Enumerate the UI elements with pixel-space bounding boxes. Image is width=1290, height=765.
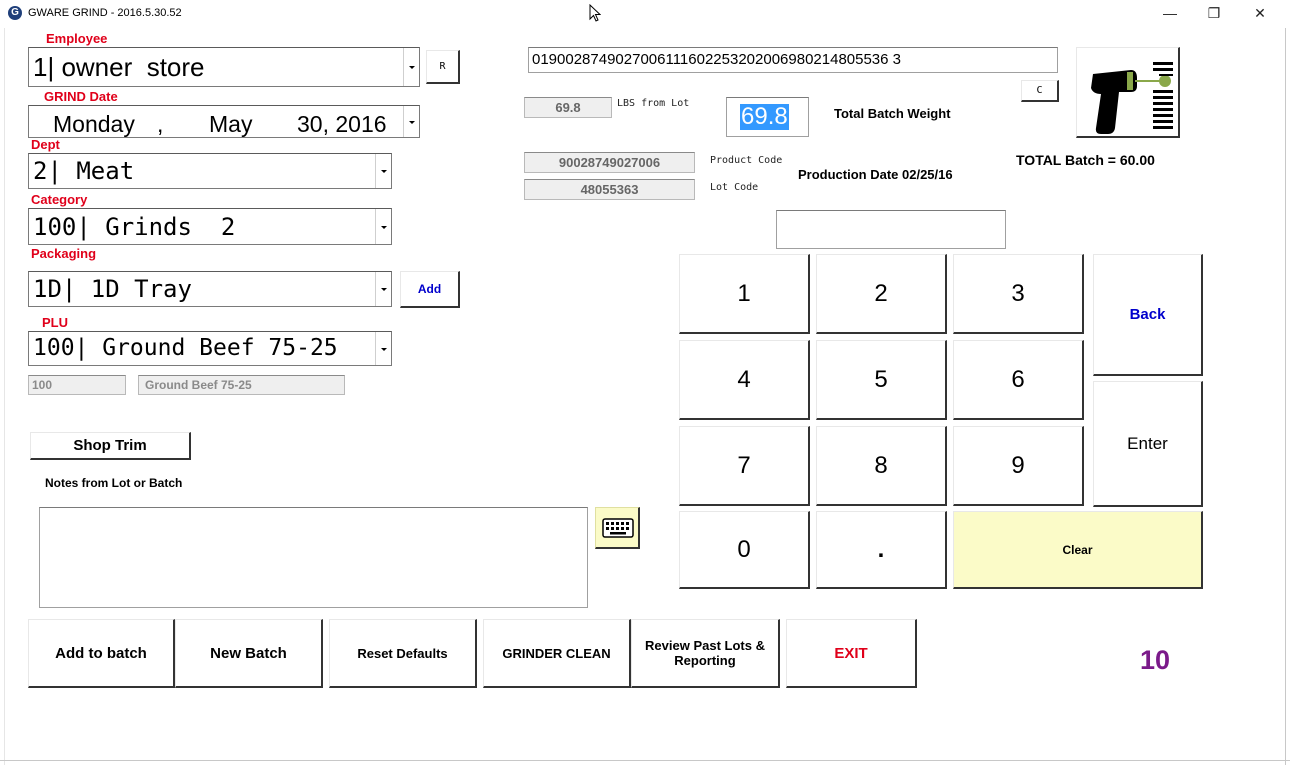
window-title: GWARE GRIND - 2016.5.30.52 [28, 7, 182, 19]
barcode-input[interactable]: 0190028749027006111602253202006980214805… [528, 47, 1058, 73]
category-value: 100| Grinds 2 [33, 213, 236, 241]
review-past-lots-button[interactable]: Review Past Lots & Reporting [631, 619, 780, 688]
total-batch-label: TOTAL Batch = 60.00 [1016, 152, 1155, 168]
exit-button[interactable]: EXIT [786, 619, 917, 688]
chevron-down-icon[interactable] [375, 272, 391, 306]
plu-name-field: Ground Beef 75-25 [138, 375, 345, 395]
employee-label: Employee [46, 31, 108, 46]
plu-value: 100| Ground Beef 75-25 [33, 335, 338, 361]
grind-date-label: GRIND Date [44, 89, 118, 104]
plu-label: PLU [42, 315, 68, 330]
employee-select[interactable]: 1| owner store [28, 47, 420, 87]
total-batch-weight-field[interactable]: 69.8 [726, 97, 809, 137]
key-5[interactable]: 5 [816, 340, 947, 420]
new-batch-button[interactable]: New Batch [175, 619, 323, 688]
key-6[interactable]: 6 [953, 340, 1084, 420]
lbs-from-lot-field: 69.8 [524, 97, 612, 118]
total-batch-weight-label: Total Batch Weight [834, 106, 951, 121]
close-button[interactable]: ✕ [1240, 2, 1280, 24]
key-7[interactable]: 7 [679, 426, 810, 506]
grind-date-day-year: 30, 2016 [297, 111, 387, 137]
grind-date-comma: , [157, 111, 164, 137]
dept-label: Dept [31, 137, 60, 152]
lot-code-field: 48055363 [524, 179, 695, 200]
key-8[interactable]: 8 [816, 426, 947, 506]
dept-value: 2| Meat [33, 157, 135, 185]
packaging-value: 1D| 1D Tray [33, 275, 192, 303]
product-code-label: Product Code [710, 155, 783, 166]
key-9[interactable]: 9 [953, 426, 1084, 506]
scanner-icon [1091, 62, 1173, 134]
enter-button[interactable]: Enter [1093, 381, 1203, 507]
reset-defaults-button[interactable]: Reset Defaults [329, 619, 477, 688]
minimize-button[interactable]: — [1150, 2, 1190, 24]
key-1[interactable]: 1 [679, 254, 810, 334]
barcode-clear-button[interactable]: C [1021, 80, 1059, 102]
key-3[interactable]: 3 [953, 254, 1084, 334]
chevron-down-icon[interactable] [375, 209, 391, 244]
app-icon: G [8, 6, 22, 20]
title-bar: G GWARE GRIND - 2016.5.30.52 — ❐ ✕ [0, 0, 1290, 28]
chevron-down-icon[interactable] [403, 106, 419, 137]
category-label: Category [31, 192, 88, 207]
dept-select[interactable]: 2| Meat [28, 153, 392, 189]
grind-date-month: May [209, 111, 253, 137]
employee-value: 1| owner store [33, 52, 205, 82]
production-date: Production Date 02/25/16 [798, 167, 953, 182]
scan-button[interactable] [1076, 47, 1180, 138]
window-border-bottom [0, 760, 1290, 765]
window-border-left [0, 28, 5, 765]
grind-date-picker[interactable]: Monday , May 30, 2016 [28, 105, 420, 138]
shop-trim-button[interactable]: Shop Trim [30, 432, 191, 460]
clear-button[interactable]: Clear [953, 511, 1203, 589]
key-0[interactable]: 0 [679, 511, 810, 589]
chevron-down-icon[interactable] [375, 332, 391, 365]
packaging-label: Packaging [31, 246, 97, 261]
restore-button[interactable]: ❐ [1194, 2, 1234, 24]
notes-label: Notes from Lot or Batch [45, 476, 183, 490]
window-border-right [1285, 28, 1290, 765]
category-select[interactable]: 100| Grinds 2 [28, 208, 392, 245]
plu-select[interactable]: 100| Ground Beef 75-25 [28, 331, 392, 366]
packaging-add-button[interactable]: Add [400, 271, 460, 308]
grind-date-weekday: Monday [53, 111, 135, 137]
total-batch-weight-value: 69.8 [740, 103, 789, 130]
product-code-field: 90028749027006 [524, 152, 695, 173]
key-4[interactable]: 4 [679, 340, 810, 420]
keyboard-icon [602, 518, 634, 538]
lbs-from-lot-label: LBS from Lot [617, 98, 690, 109]
keyboard-button[interactable] [595, 507, 640, 549]
add-to-batch-button[interactable]: Add to batch [28, 619, 175, 688]
notes-textarea[interactable] [39, 507, 588, 608]
grinder-clean-button[interactable]: GRINDER CLEAN [483, 619, 631, 688]
employee-r-button[interactable]: R [426, 50, 460, 84]
key-decimal[interactable]: . [816, 511, 947, 589]
chevron-down-icon[interactable] [375, 154, 391, 188]
keypad-entry-field[interactable] [776, 210, 1006, 249]
cursor-icon [589, 4, 601, 22]
batch-counter: 10 [1140, 645, 1171, 675]
plu-code-field: 100 [28, 375, 126, 395]
chevron-down-icon[interactable] [403, 48, 419, 86]
key-2[interactable]: 2 [816, 254, 947, 334]
packaging-select[interactable]: 1D| 1D Tray [28, 271, 392, 307]
back-button[interactable]: Back [1093, 254, 1203, 376]
lot-code-label: Lot Code [710, 182, 759, 193]
